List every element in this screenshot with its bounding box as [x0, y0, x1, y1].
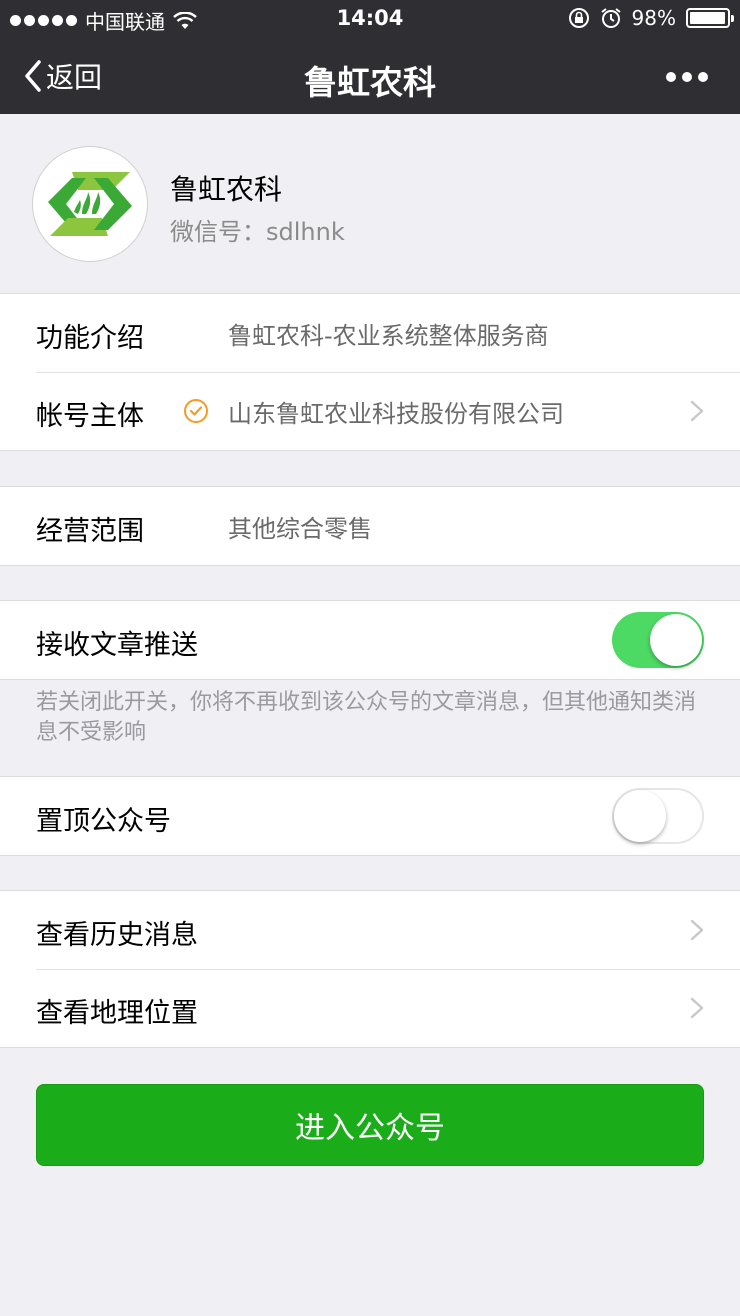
chevron-right-icon [690, 997, 704, 1019]
brand-logo-icon [48, 172, 132, 236]
scope-group: 经营范围 其他综合零售 [0, 486, 740, 566]
status-bar: 中国联通 14:04 98% [0, 0, 740, 38]
scope-row: 经营范围 其他综合零售 [0, 487, 740, 565]
pin-label: 置顶公众号 [36, 806, 171, 837]
receive-hint: 若关闭此开关，你将不再收到该公众号的文章消息，但其他通知类消息不受影响 [36, 690, 697, 745]
toggle-knob [650, 614, 702, 666]
receive-row: 接收文章推送 [0, 601, 740, 679]
rotation-lock-icon [568, 8, 589, 28]
intro-value: 鲁虹农科-农业系统整体服务商 [228, 322, 549, 350]
battery-percent: 98% [631, 6, 676, 30]
top-bar: 中国联通 14:04 98% 返回 鲁虹农科 [0, 0, 740, 114]
history-label: 查看历史消息 [36, 920, 198, 951]
account-name: 鲁虹农科 [170, 173, 283, 206]
entity-row[interactable]: 帐号主体 山东鲁虹农业科技股份有限公司 [0, 372, 740, 450]
location-row[interactable]: 查看地理位置 [0, 969, 740, 1047]
verified-icon [184, 399, 208, 423]
intro-row: 功能介绍 鲁虹农科-农业系统整体服务商 [0, 294, 740, 372]
links-group: 查看历史消息 查看地理位置 [0, 890, 740, 1048]
info-group: 功能介绍 鲁虹农科-农业系统整体服务商 帐号主体 山东鲁虹农业科技股份有限公司 [0, 293, 740, 451]
wechat-id: 微信号：sdlhnk [170, 218, 345, 246]
scope-label: 经营范围 [36, 516, 144, 547]
scope-value: 其他综合零售 [228, 515, 372, 543]
profile-header: 鲁虹农科 微信号：sdlhnk [0, 114, 740, 294]
receive-label: 接收文章推送 [36, 630, 198, 661]
pin-toggle[interactable] [612, 788, 704, 844]
entity-value: 山东鲁虹农业科技股份有限公司 [228, 400, 564, 428]
battery-fill [690, 12, 726, 24]
battery-icon [686, 8, 734, 28]
chevron-right-icon [690, 919, 704, 941]
alarm-icon [600, 8, 621, 28]
pin-row: 置顶公众号 [0, 777, 740, 855]
history-row[interactable]: 查看历史消息 [0, 891, 740, 969]
location-label: 查看地理位置 [36, 998, 198, 1029]
navigation-bar: 返回 鲁虹农科 [0, 38, 740, 114]
receive-group: 接收文章推送 [0, 600, 740, 680]
page-title: 鲁虹农科 [304, 63, 436, 102]
account-avatar[interactable] [32, 146, 148, 262]
more-options-icon[interactable] [666, 72, 708, 82]
entity-label: 帐号主体 [36, 401, 144, 432]
chevron-right-icon [690, 400, 704, 422]
toggle-knob [614, 790, 666, 842]
intro-label: 功能介绍 [36, 323, 144, 354]
receive-toggle[interactable] [612, 612, 704, 668]
enter-account-button[interactable]: 进入公众号 [36, 1084, 704, 1166]
status-right: 98% [568, 6, 734, 30]
pin-group: 置顶公众号 [0, 776, 740, 856]
